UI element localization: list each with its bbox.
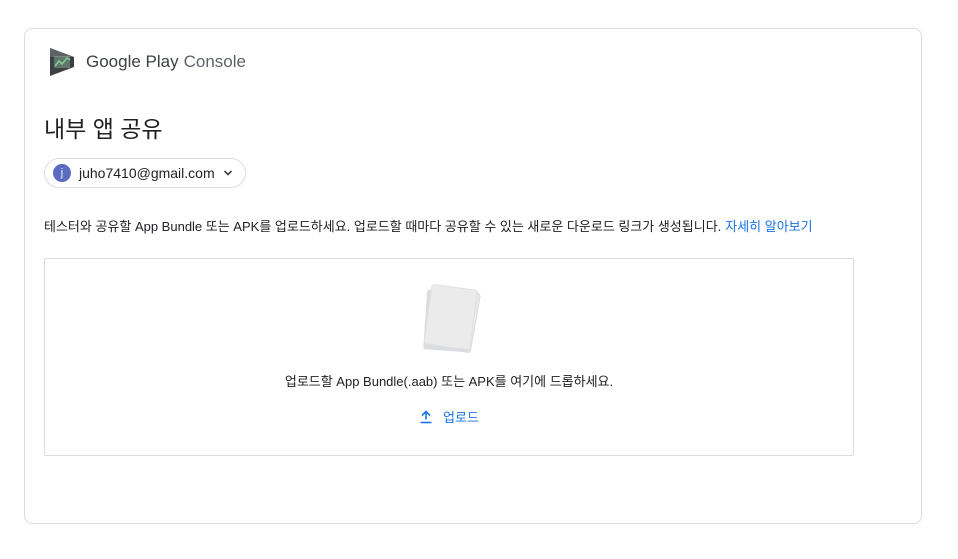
google-play-console-icon: [50, 48, 74, 76]
upload-icon: [420, 409, 432, 423]
account-switcher[interactable]: j juho7410@gmail.com: [44, 158, 246, 188]
account-email: juho7410@gmail.com: [79, 165, 215, 181]
dropzone-prompt: 업로드할 App Bundle(.aab) 또는 APK를 여기에 드롭하세요.: [284, 374, 614, 389]
upload-label: 업로드: [443, 410, 479, 425]
brand-product: Console: [183, 52, 246, 71]
description: 테스터와 공유할 App Bundle 또는 APK를 업로드하세요. 업로드할…: [44, 216, 813, 235]
chevron-down-icon: [223, 170, 232, 176]
brand-logo: Google Play Console: [48, 46, 246, 78]
brand-name: Google Play Console: [86, 52, 246, 71]
upload-dropzone[interactable]: 업로드할 App Bundle(.aab) 또는 APK를 여기에 드롭하세요.…: [44, 258, 854, 456]
page-title: 내부 앱 공유: [44, 116, 163, 142]
upload-button[interactable]: 업로드: [45, 407, 853, 426]
files-illustration-icon: [423, 284, 481, 353]
learn-more-link[interactable]: 자세히 알아보기: [725, 219, 812, 234]
avatar: j: [53, 164, 71, 182]
description-text: 테스터와 공유할 App Bundle 또는 APK를 업로드하세요. 업로드할…: [44, 219, 722, 234]
